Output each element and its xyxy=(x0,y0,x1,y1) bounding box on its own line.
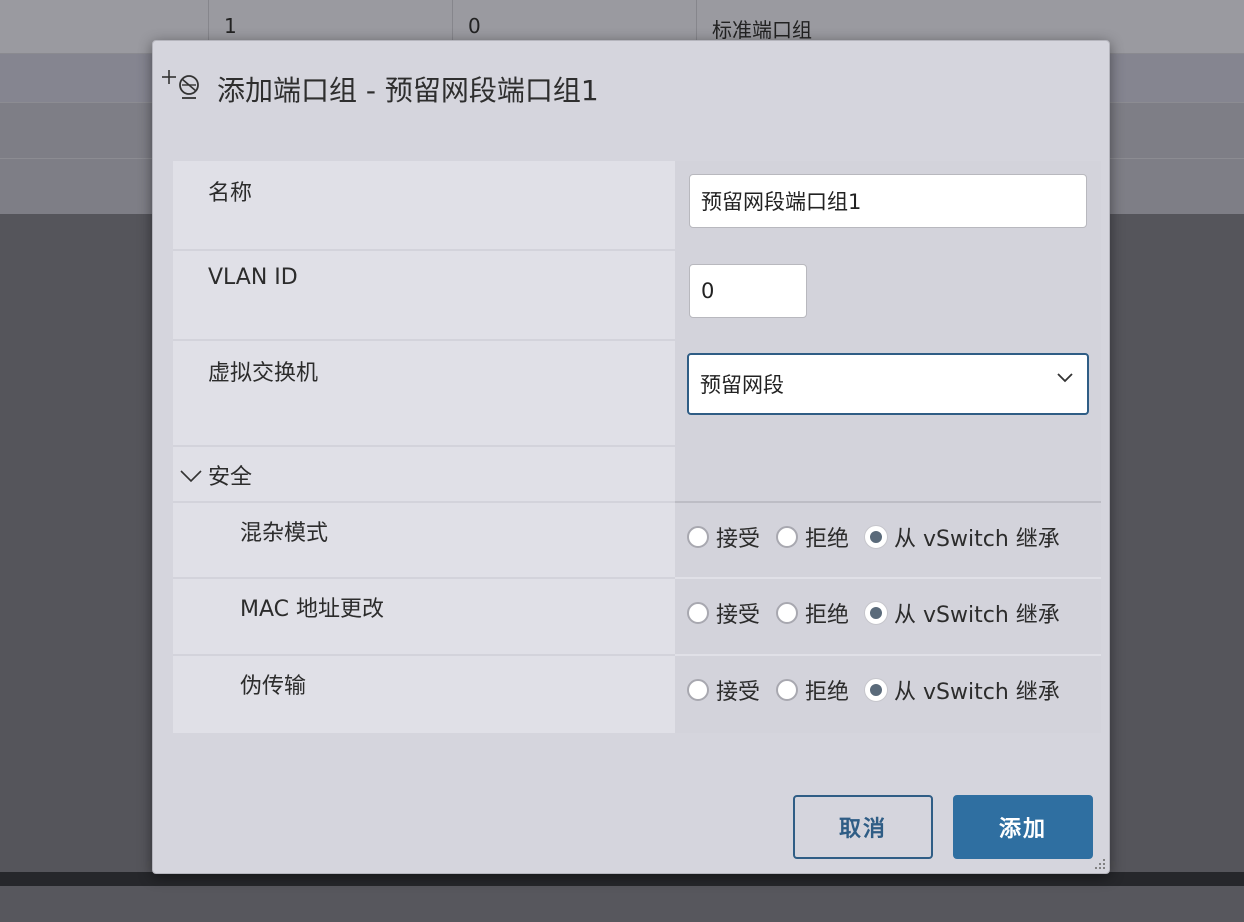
vlan-id-input[interactable]: 0 xyxy=(689,264,807,318)
mac-address-change-row: MAC 地址更改 接受 拒绝 从 vSwitch 继承 xyxy=(173,579,1101,656)
radio-inherit[interactable]: 从 vSwitch 继承 xyxy=(865,597,1060,629)
radio-circle-checked[interactable] xyxy=(865,679,888,701)
vlan-label: VLAN ID xyxy=(208,265,298,290)
radio-accept-label: 接受 xyxy=(716,527,761,552)
forged-transmits-row: 伪传输 接受 拒绝 从 vSwitch 继承 xyxy=(173,656,1101,733)
forged-value-cell: 接受 拒绝 从 vSwitch 继承 xyxy=(675,656,1101,733)
radio-accept-label: 接受 xyxy=(716,680,761,705)
vlan-row: VLAN ID 0 xyxy=(173,251,1101,341)
vswitch-selected-value: 预留网段 xyxy=(700,373,784,397)
promiscuous-value-cell: 接受 拒绝 从 vSwitch 继承 xyxy=(675,503,1101,579)
security-value-cell xyxy=(675,447,1101,503)
radio-circle[interactable] xyxy=(776,602,799,624)
name-label: 名称 xyxy=(208,181,253,206)
radio-circle[interactable] xyxy=(776,679,799,701)
radio-reject[interactable]: 拒绝 xyxy=(776,597,849,629)
background-cell: 0 xyxy=(468,14,481,38)
vswitch-value-cell: 预留网段 xyxy=(675,341,1101,447)
bottom-area xyxy=(0,886,1244,922)
radio-inherit-label: 从 vSwitch 继承 xyxy=(894,680,1060,705)
background-cell: 标准端口组 xyxy=(712,18,812,42)
chevron-down-icon xyxy=(1057,373,1073,383)
radio-inherit[interactable]: 从 vSwitch 继承 xyxy=(865,521,1060,553)
vswitch-label-cell: 虚拟交换机 xyxy=(173,341,675,447)
forged-label-cell: 伪传输 xyxy=(173,656,675,733)
radio-circle[interactable] xyxy=(687,602,709,624)
mac-label-cell: MAC 地址更改 xyxy=(173,579,675,656)
chevron-down-icon[interactable] xyxy=(180,469,202,483)
mac-value-cell: 接受 拒绝 从 vSwitch 继承 xyxy=(675,579,1101,656)
radio-inherit[interactable]: 从 vSwitch 继承 xyxy=(865,674,1060,706)
radio-reject-label: 拒绝 xyxy=(805,603,850,628)
radio-reject[interactable]: 拒绝 xyxy=(776,521,849,553)
radio-circle-checked[interactable] xyxy=(865,602,888,624)
cancel-button[interactable]: 取消 xyxy=(793,795,933,859)
promiscuous-mode-row: 混杂模式 接受 拒绝 从 vSwitch 继承 xyxy=(173,503,1101,579)
bottom-bar xyxy=(0,872,1244,886)
vlan-label-cell: VLAN ID xyxy=(173,251,675,341)
resize-handle-icon[interactable] xyxy=(1093,857,1107,871)
forged-radio-group: 接受 拒绝 从 vSwitch 继承 xyxy=(687,674,1076,706)
radio-accept[interactable]: 接受 xyxy=(687,597,760,629)
radio-reject-label: 拒绝 xyxy=(805,527,850,552)
promiscuous-mode-label: 混杂模式 xyxy=(240,521,329,546)
name-value-cell: 预留网段端口组1 xyxy=(675,161,1101,251)
background-cell: 1 xyxy=(224,14,237,38)
name-label-cell: 名称 xyxy=(173,161,675,251)
radio-accept-label: 接受 xyxy=(716,603,761,628)
radio-reject[interactable]: 拒绝 xyxy=(776,674,849,706)
radio-reject-label: 拒绝 xyxy=(805,680,850,705)
radio-circle[interactable] xyxy=(687,679,709,701)
dialog-title: 添加端口组 - 预留网段端口组1 xyxy=(217,74,599,107)
forged-transmits-label: 伪传输 xyxy=(240,674,307,699)
security-section-header[interactable]: 安全 xyxy=(173,447,1101,503)
vswitch-label: 虚拟交换机 xyxy=(208,361,319,386)
vlan-value-cell: 0 xyxy=(675,251,1101,341)
radio-circle-checked[interactable] xyxy=(865,526,888,548)
radio-circle[interactable] xyxy=(687,526,709,548)
vswitch-select[interactable]: 预留网段 xyxy=(687,353,1089,415)
radio-inherit-label: 从 vSwitch 继承 xyxy=(894,603,1060,628)
name-input[interactable]: 预留网段端口组1 xyxy=(689,174,1087,228)
radio-circle[interactable] xyxy=(776,526,799,548)
name-row: 名称 预留网段端口组1 xyxy=(173,161,1101,251)
add-port-group-icon xyxy=(162,70,199,99)
add-button[interactable]: 添加 xyxy=(953,795,1093,859)
mac-radio-group: 接受 拒绝 从 vSwitch 继承 xyxy=(687,597,1076,629)
security-label-cell: 安全 xyxy=(173,447,675,503)
promiscuous-label-cell: 混杂模式 xyxy=(173,503,675,579)
promiscuous-radio-group: 接受 拒绝 从 vSwitch 继承 xyxy=(687,521,1076,553)
add-port-group-dialog: 添加端口组 - 预留网段端口组1 名称 预留网段端口组1 VLAN ID 0 虚… xyxy=(152,40,1110,874)
security-label: 安全 xyxy=(208,465,253,490)
mac-address-change-label: MAC 地址更改 xyxy=(240,597,384,622)
vswitch-row: 虚拟交换机 预留网段 xyxy=(173,341,1101,447)
radio-accept[interactable]: 接受 xyxy=(687,674,760,706)
radio-inherit-label: 从 vSwitch 继承 xyxy=(894,527,1060,552)
port-group-form: 名称 预留网段端口组1 VLAN ID 0 虚拟交换机 预留网段 安全 混杂模式… xyxy=(173,161,1101,733)
radio-accept[interactable]: 接受 xyxy=(687,521,760,553)
